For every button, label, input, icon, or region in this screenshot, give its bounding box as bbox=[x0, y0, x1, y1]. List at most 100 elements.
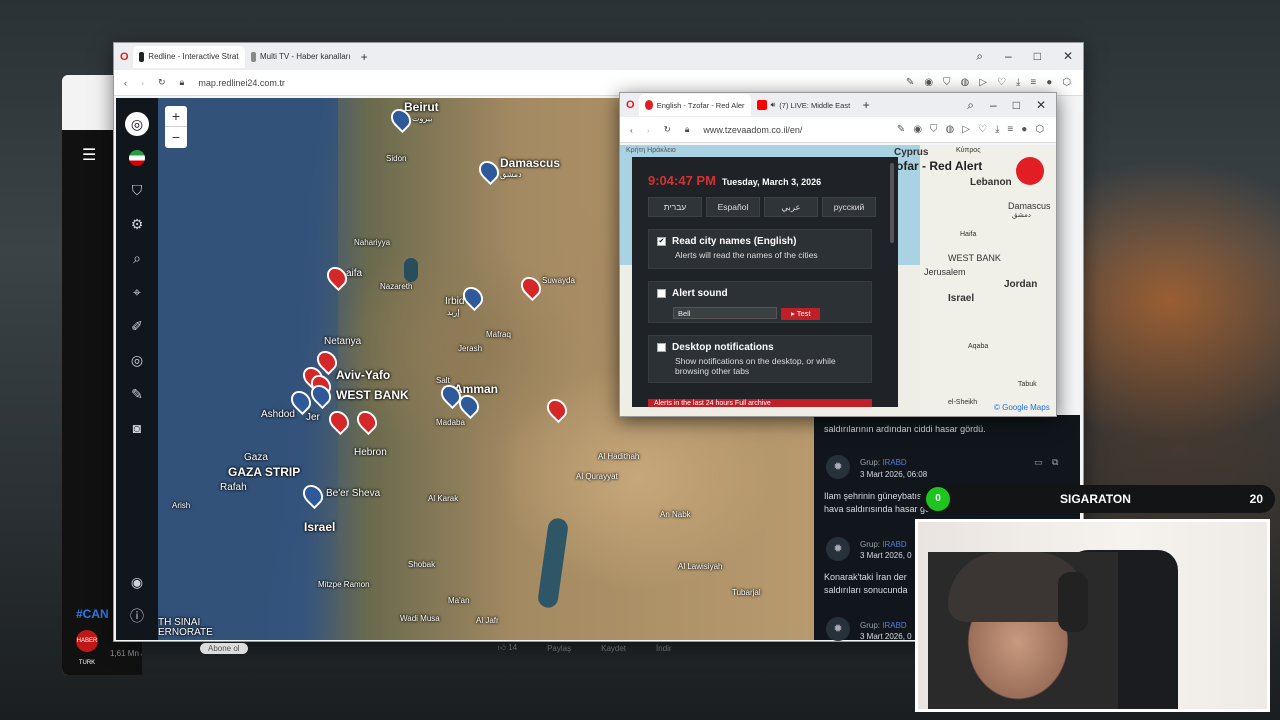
download-button[interactable]: İndir bbox=[656, 644, 672, 653]
profile-icon[interactable]: ● bbox=[1021, 124, 1027, 135]
sigaraton-counter: 0 SIGARATON 20 bbox=[920, 485, 1275, 513]
map-marker-blue[interactable] bbox=[474, 156, 504, 186]
lang-hebrew-button[interactable]: עברית bbox=[648, 197, 702, 217]
lang-arabic-button[interactable]: عربي bbox=[764, 197, 818, 217]
alerts-history-bar[interactable]: Alerts in the last 24 hours Full archive bbox=[648, 399, 872, 407]
back-icon[interactable]: ‹ bbox=[630, 125, 633, 135]
iran-flag-icon[interactable] bbox=[129, 150, 145, 166]
forward-icon[interactable]: › bbox=[141, 78, 144, 88]
minimize-icon[interactable]: – bbox=[1005, 49, 1012, 64]
channel-avatar[interactable]: HABER TURK bbox=[76, 630, 98, 666]
extension-icon[interactable]: ⬡ bbox=[1035, 124, 1044, 135]
share-button[interactable]: Paylaş bbox=[547, 644, 571, 653]
map-label: Beirut bbox=[404, 100, 439, 114]
map-label: Hebron bbox=[354, 447, 387, 458]
menu-icon[interactable]: ≡ bbox=[1007, 124, 1013, 135]
forward-icon[interactable]: › bbox=[647, 125, 650, 135]
opera-logo-icon[interactable]: O bbox=[120, 51, 129, 63]
test-sound-button[interactable]: ▸ Test bbox=[781, 308, 821, 320]
draw-icon[interactable]: ✎ bbox=[127, 384, 147, 404]
broadcast-icon[interactable]: ◉ bbox=[127, 572, 147, 592]
camera-icon[interactable]: ◉ bbox=[924, 77, 933, 88]
map-label: Tabuk bbox=[1018, 381, 1037, 388]
zoom-in-button[interactable]: + bbox=[165, 106, 187, 127]
alert-sound-checkbox[interactable] bbox=[657, 289, 666, 298]
shield-icon[interactable]: ⛉ bbox=[943, 77, 951, 88]
map-marker-alert[interactable] bbox=[542, 394, 572, 424]
minimize-icon[interactable]: – bbox=[990, 98, 997, 113]
vpn-icon[interactable]: ◍ bbox=[961, 77, 970, 88]
shield-icon[interactable]: ⛉ bbox=[930, 124, 938, 135]
back-icon[interactable]: ‹ bbox=[124, 78, 127, 88]
read-names-checkbox[interactable]: ✔ bbox=[657, 237, 666, 246]
tab-tzofar[interactable]: English - Tzofar - Red Aler bbox=[638, 94, 751, 116]
desktop-notifications-checkbox[interactable] bbox=[657, 343, 666, 352]
zoom-out-button[interactable]: − bbox=[165, 127, 187, 148]
info-icon[interactable]: ⓘ bbox=[127, 606, 147, 626]
lang-spanish-button[interactable]: Español bbox=[706, 197, 760, 217]
edit-icon[interactable]: ✎ bbox=[906, 77, 914, 88]
reload-icon[interactable]: ↻ bbox=[158, 77, 166, 88]
video-icon[interactable]: ▭ bbox=[1034, 457, 1043, 468]
close-icon[interactable]: ✕ bbox=[1036, 98, 1046, 113]
map-label: GAZA STRIP bbox=[228, 465, 301, 479]
subscribe-button[interactable]: Abone ol bbox=[200, 642, 248, 654]
extension-icon[interactable]: ⬡ bbox=[1062, 77, 1071, 88]
hashtag-text[interactable]: #CAN bbox=[76, 607, 109, 621]
new-tab-icon[interactable]: + bbox=[361, 50, 368, 64]
map-zoom-control: + − bbox=[165, 106, 187, 148]
close-icon[interactable]: ✕ bbox=[1063, 49, 1073, 64]
play-icon[interactable]: ▷ bbox=[979, 77, 987, 88]
search-icon[interactable]: ⌕ bbox=[127, 248, 147, 268]
opera-logo-icon[interactable]: O bbox=[626, 99, 635, 111]
map-marker-alert[interactable] bbox=[352, 406, 382, 436]
url-field[interactable]: www.tzevaadom.co.il/en/ bbox=[703, 125, 802, 135]
search-tabs-icon[interactable]: ⌕ bbox=[976, 49, 983, 64]
tab-redline[interactable]: Redline - Interactive Strat bbox=[132, 45, 245, 68]
map-label: Suwayda bbox=[542, 276, 575, 285]
feed-date: 3 Mart 2026, 0 bbox=[860, 632, 912, 641]
camera-icon[interactable]: ◙ bbox=[127, 418, 147, 438]
map-label: Mafraq bbox=[486, 330, 511, 339]
ruler-icon[interactable]: ✐ bbox=[127, 316, 147, 336]
save-button[interactable]: Kaydet bbox=[601, 644, 626, 653]
external-link-icon[interactable]: ⧉ bbox=[1052, 457, 1058, 468]
scrollbar[interactable] bbox=[890, 163, 894, 243]
dead-sea bbox=[536, 517, 570, 609]
read-names-option: ✔ Read city names (English) Alerts will r… bbox=[648, 229, 872, 269]
maximize-icon[interactable]: □ bbox=[1013, 98, 1020, 113]
target-icon[interactable]: ◎ bbox=[127, 350, 147, 370]
menu-icon[interactable]: ≡ bbox=[1030, 77, 1036, 88]
reload-icon[interactable]: ↻ bbox=[664, 124, 671, 135]
map-label: Aviv-Yafo bbox=[336, 368, 391, 382]
download-icon[interactable]: ⤓ bbox=[1016, 77, 1020, 88]
shield-icon[interactable]: ⛉ bbox=[127, 180, 147, 200]
play-icon[interactable]: ▷ bbox=[962, 124, 970, 135]
profile-icon[interactable]: ● bbox=[1046, 77, 1052, 88]
camera-icon[interactable]: ◉ bbox=[913, 124, 922, 135]
tv-favicon-icon bbox=[250, 51, 256, 62]
like-button[interactable]: 👍︎ 14 bbox=[498, 643, 518, 653]
speaker-icon[interactable]: 🔊︎ bbox=[771, 100, 776, 110]
maximize-icon[interactable]: □ bbox=[1034, 49, 1041, 64]
logo-icon[interactable]: ◎ bbox=[125, 112, 149, 136]
sound-select[interactable]: Bell bbox=[673, 307, 777, 319]
filter-icon[interactable]: ⚙ bbox=[127, 214, 147, 234]
heart-icon[interactable]: ♡ bbox=[997, 77, 1006, 88]
redline-sidebar: ◎ ⛉ ⚙ ⌕ ⌖ ✐ ◎ ✎ ◙ ◉ ⓘ bbox=[116, 98, 158, 640]
search-tabs-icon[interactable]: ⌕ bbox=[967, 98, 974, 113]
edit-icon[interactable]: ✎ bbox=[897, 124, 905, 135]
language-selector: עברית Español عربي русский bbox=[648, 197, 876, 217]
tab-youtube-live[interactable]: 🔊︎ (7) LIVE: Middle East bbox=[751, 94, 863, 116]
location-pin-icon[interactable]: ⌖ bbox=[127, 282, 147, 302]
lang-russian-button[interactable]: русский bbox=[822, 197, 876, 217]
heart-icon[interactable]: ♡ bbox=[978, 124, 987, 135]
map-marker-alert[interactable] bbox=[516, 272, 546, 302]
map-attribution[interactable]: © Google Maps bbox=[994, 403, 1050, 412]
vpn-icon[interactable]: ◍ bbox=[946, 124, 955, 135]
new-tab-icon[interactable]: + bbox=[863, 98, 870, 112]
tab-multitv[interactable]: Multi TV - Haber kanalları bbox=[245, 46, 357, 68]
download-icon[interactable]: ⤓ bbox=[995, 124, 999, 135]
menu-icon[interactable]: ☰ bbox=[82, 145, 100, 164]
url-field[interactable]: map.redlinei24.com.tr bbox=[198, 78, 285, 88]
